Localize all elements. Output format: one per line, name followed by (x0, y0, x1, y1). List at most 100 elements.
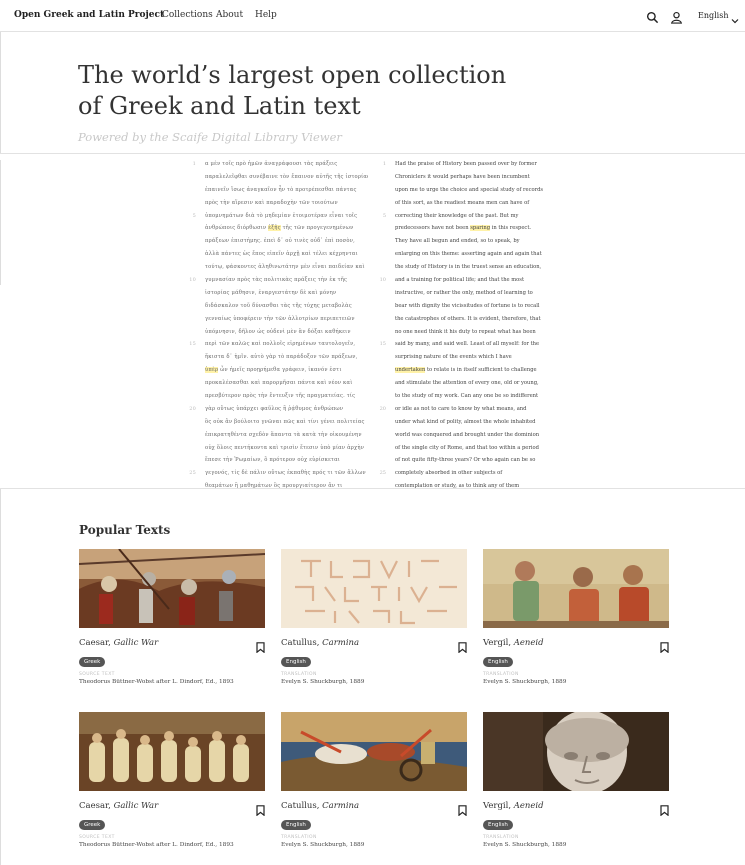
line-text: in this respect. (491, 225, 532, 232)
text-line: τούτῳ, φάσκοντες ἀληθινωτάτην μὲν εἶναι … (188, 261, 368, 274)
language-badge: English (281, 820, 311, 830)
popular-texts-heading: Popular Texts (79, 523, 171, 537)
line-text: no one need think it his duty to repeat … (395, 328, 536, 335)
text-line: 15 περὶ τῶν καλῶς καὶ πολλοῖς εἰρημένων τ… (188, 338, 368, 351)
hero-subtitle: Powered by the Scaife Digital Library Vi… (78, 130, 342, 144)
highlighted-word[interactable]: ἐξῆς (268, 225, 281, 232)
card-thumbnail[interactable] (483, 712, 669, 791)
card-title[interactable]: Vergil, Aeneid (483, 638, 544, 648)
line-text: enlarging on this theme: asserting again… (395, 251, 542, 258)
nav-about[interactable]: About (216, 10, 243, 20)
language-badge: English (281, 657, 311, 667)
text-line: of not quite fifty-three years? Or who a… (378, 454, 558, 467)
card-title[interactable]: Vergil, Aeneid (483, 801, 544, 811)
search-icon[interactable] (646, 9, 659, 24)
text-line: 20 or idle as not to care to know by what… (378, 403, 558, 416)
text-line: πρεσβύτερον πρὸς τὴν ἔντευξιν τῆς πραγμα… (188, 390, 368, 403)
hero-title: The world’s largest open collection of G… (78, 61, 507, 120)
language-badge: Greek (79, 657, 106, 667)
card-title[interactable]: Catullus, Carmina (281, 801, 359, 811)
line-text: ἐπαινεῖν ἴσως ἀναγκαῖον ἦν τὸ προτρέπεσθ… (205, 186, 357, 193)
card-author: Vergil, (483, 638, 514, 648)
line-text: ἀλλὰ πάντες ὡς ἔπος εἰπεῖν ἀρχῇ καὶ τέλε… (205, 251, 358, 258)
language-badge: Greek (79, 820, 106, 830)
text-line: enlarging on this theme: asserting again… (378, 248, 558, 261)
bookmark-icon[interactable] (660, 638, 669, 654)
top-navbar: Open Greek and Latin Project Collections… (0, 0, 745, 32)
bookmark-icon[interactable] (458, 801, 467, 817)
nav-help[interactable]: Help (255, 10, 277, 20)
text-line: and stimulate the attention of every one… (378, 377, 558, 390)
text-line: Chroniclers it would perhaps have been i… (378, 171, 558, 184)
text-line: 25 completely absorbed in other subjects … (378, 467, 558, 480)
bookmark-icon[interactable] (458, 638, 467, 654)
user-icon[interactable] (670, 9, 683, 24)
line-number: 25 (379, 470, 386, 477)
highlighted-word[interactable]: undertaken (395, 367, 426, 374)
card-thumbnail[interactable] (483, 549, 669, 628)
line-text: διδάσκαλον τοῦ δύνασθαι τὰς τῆς τύχης με… (205, 302, 352, 309)
highlighted-word[interactable]: ὑπὲρ (205, 367, 219, 374)
brand-link[interactable]: Open Greek and Latin Project (14, 10, 164, 20)
line-text: ἥκιστα δ᾽ ἡμῖν. αὐτὸ γὰρ τὸ παράδοξον τῶ… (205, 354, 358, 361)
card-work: Carmina (322, 801, 360, 811)
card-author: Vergil, (483, 801, 514, 811)
text-line: 5 ὑπομνημάτων διὰ τὸ μηδεμίαν ἑτοιμοτέραν… (188, 210, 368, 223)
nav-collections[interactable]: Collections (162, 10, 213, 20)
card-thumbnail[interactable] (281, 549, 467, 628)
text-line: the study of History is in the truest se… (378, 261, 558, 274)
card-credit: Evelyn S. Shuckburgh, 1889 (483, 679, 567, 685)
text-line: θεαμάτων ἢ μαθημάτων ὃς προυργιαίτερον ἄ… (188, 480, 368, 493)
line-text: surprising nature of the events which I … (395, 354, 512, 361)
text-line: ἀνθρώποις διόρθωσιν ἐξῆς τῆς τῶν προγεγε… (188, 222, 368, 235)
line-text: predecessors have not been (395, 225, 469, 232)
text-line: γενναίως ὑποφέρειν τὴν τῶν ἀλλοτρίων περ… (188, 313, 368, 326)
line-text: to relate is in itself sufficient to cha… (426, 367, 537, 374)
highlighted-word[interactable]: sparing (470, 225, 491, 232)
line-text: upon me to urge the choice and special s… (395, 186, 544, 193)
greek-text-column: 1 α μὲν τοῖς πρὸ ἡμῶν ἀναγράφουσι τὰς πρά… (188, 158, 368, 493)
bookmark-icon[interactable] (256, 801, 265, 817)
language-selector[interactable]: English (698, 11, 729, 20)
bookmark-icon[interactable] (660, 801, 669, 817)
line-text: παραλελεῖφθαι συνέβαινε τὸν ἔπαινον αὐτῆ… (205, 173, 368, 180)
text-line: They have all begun and ended, so to spe… (378, 235, 558, 248)
line-text: ὃς οὐκ ἂν βούλοιτο γνῶναι πῶς καὶ τίνι γ… (205, 418, 365, 425)
edge-divider (0, 32, 1, 153)
text-line: world was conquered and brought under th… (378, 429, 558, 442)
card-thumbnail[interactable] (79, 549, 265, 628)
line-text: Had the praise of History been passed ov… (395, 161, 537, 167)
card-credit: Theodorus Büttner-Wobst after L. Dindorf… (79, 679, 234, 685)
text-line: predecessors have not been sparing in th… (378, 222, 558, 235)
card-title[interactable]: Caesar, Gallic War (79, 801, 158, 811)
chevron-down-icon[interactable] (731, 10, 739, 24)
text-line: ἔπεσε τὴν Ῥωμαίων, ὃ πρότερον οὐχ εὑρίσκ… (188, 454, 368, 467)
line-text: οὐχ ὅλοις πεντήκοντα καὶ τρισὶν ἔτεσιν ὑ… (205, 444, 365, 451)
line-number: 15 (379, 341, 386, 348)
card-thumbnail[interactable] (79, 712, 265, 791)
divider (0, 488, 745, 489)
line-text: or idle as not to care to know by what m… (395, 405, 527, 412)
card-title[interactable]: Catullus, Carmina (281, 638, 359, 648)
bookmark-icon[interactable] (256, 638, 265, 654)
card-work: Gallic War (113, 638, 159, 648)
line-text: προκαλέσασθαι καὶ παρορμῆσαι πάντα καὶ ν… (205, 380, 353, 387)
line-text: α μὲν τοῖς πρὸ ἡμῶν ἀναγράφουσι τὰς πράξ… (205, 161, 338, 167)
line-text: said by many, and said well. Least of al… (395, 341, 540, 348)
text-line: παραλελεῖφθαι συνέβαινε τὸν ἔπαινον αὐτῆ… (188, 171, 368, 184)
card-credit: Theodorus Büttner-Wobst after L. Dindorf… (79, 842, 234, 848)
text-line: ὑπόμνησιν, δῆλον ὡς οὐδενὶ μὲν ἂν δόξαι … (188, 326, 368, 339)
card-thumbnail[interactable] (281, 712, 467, 791)
line-text: the catastrophes of others. It is eviden… (395, 315, 541, 322)
line-number: 10 (189, 277, 196, 284)
card-title[interactable]: Caesar, Gallic War (79, 638, 158, 648)
card-author: Caesar, (79, 638, 114, 648)
text-line: προκαλέσασθαι καὶ παρορμῆσαι πάντα καὶ ν… (188, 377, 368, 390)
text-line: under what kind of polity, almost the wh… (378, 416, 558, 429)
line-text: bear with dignity the vicissitudes of fo… (395, 302, 540, 309)
line-number: 15 (189, 341, 196, 348)
line-text: They have all begun and ended, so to spe… (395, 238, 520, 245)
text-line: no one need think it his duty to repeat … (378, 326, 558, 339)
text-line: 1 Had the praise of History been passed o… (378, 158, 558, 171)
line-text: γυμνασίαν πρὸς τὰς πολιτικὰς πράξεις τὴν… (205, 277, 348, 284)
